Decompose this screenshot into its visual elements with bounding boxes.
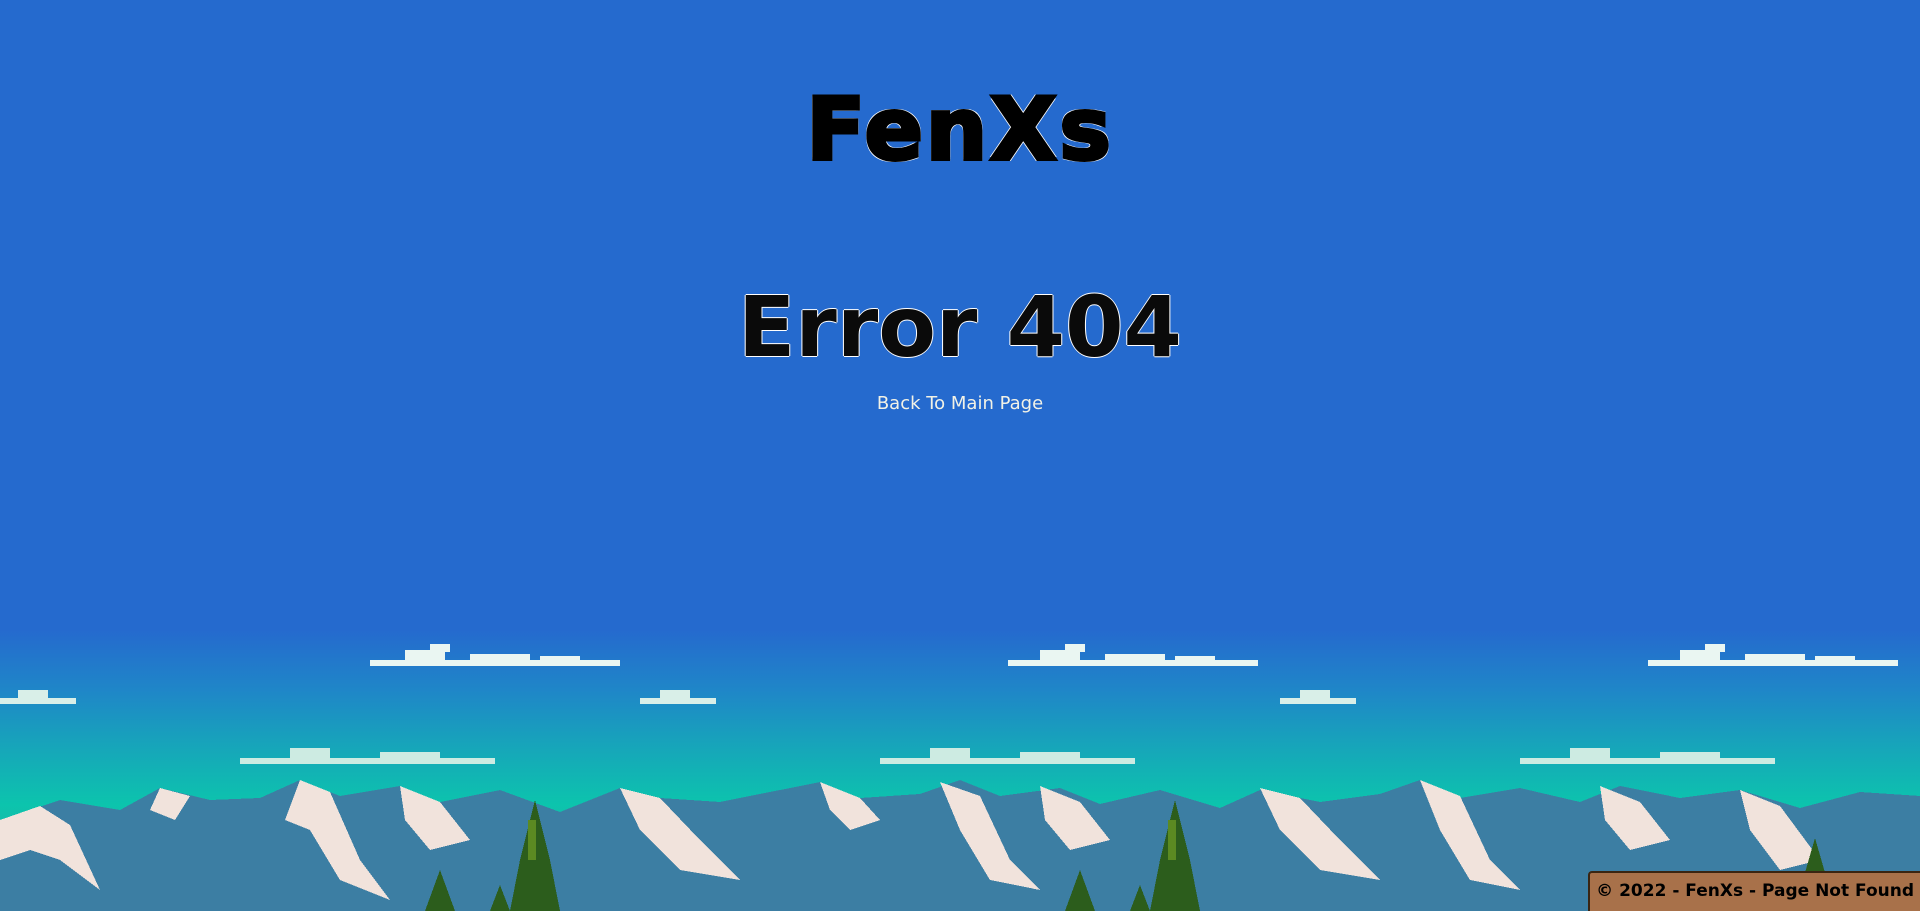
- site-logo[interactable]: FenXs: [0, 78, 1920, 182]
- footer-badge: © 2022 - FenXs - Page Not Found: [1588, 871, 1920, 911]
- clouds: [0, 644, 1898, 764]
- error-page: FenXs Error 404 Back To Main Page © 2022…: [0, 0, 1920, 911]
- back-to-main-link[interactable]: Back To Main Page: [877, 393, 1043, 414]
- pixel-landscape: [0, 644, 1920, 911]
- footer-text: © 2022 - FenXs - Page Not Found: [1596, 881, 1914, 901]
- back-to-main-link-container: Back To Main Page: [0, 392, 1920, 416]
- error-title: Error 404: [738, 278, 1182, 376]
